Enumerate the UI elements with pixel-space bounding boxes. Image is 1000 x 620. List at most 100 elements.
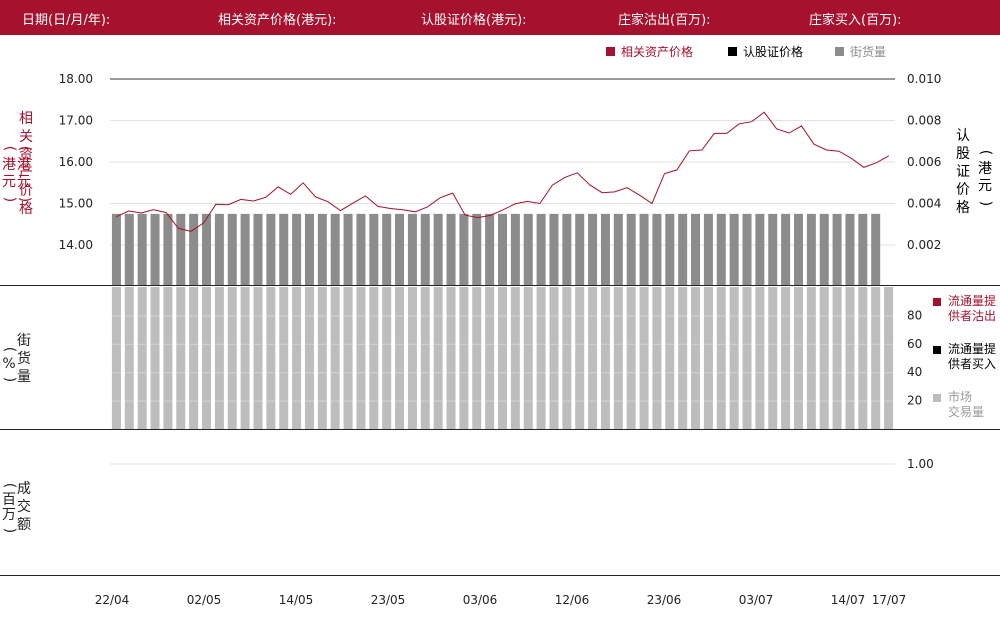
street-holding-bar [588,213,598,285]
street-holding-pct-bar [446,287,456,429]
street-holding-bar [202,213,212,285]
street-holding-bar [176,213,186,285]
street-holding-bar [678,213,688,285]
street-holding-pct-bar [279,287,289,429]
street-holding-pct-bar [485,287,495,429]
street-holding-pct-bar [832,287,842,429]
street-holding-pct-bar [292,287,302,429]
street-holding-pct-bar [536,287,546,429]
street-holding-bar [407,213,417,285]
street-holding-bar [253,213,263,285]
x-axis: 22/04 02/05 14/05 23/05 03/06 12/06 23/06 03/07… [95,593,907,607]
street-holding-bar [613,213,623,285]
street-holding-pct-bar [884,287,894,429]
street-holding-pct-bar [227,287,237,429]
street-holding-pct-bar [498,287,507,429]
street-holding-pct-bar [806,287,816,429]
top-panel: 18.00 17.00 16.00 15.00 14.00 0.010 0.008 0.006… [0,72,1000,286]
street-holding-pct-bar [703,287,713,429]
street-holding-bar [382,213,392,285]
street-holding-pct-bar [716,287,726,429]
street-holding-bar [111,213,121,285]
street-holding-pct-bar [588,287,598,429]
street-holding-bar [420,213,430,285]
street-holding-bar [549,213,559,285]
street-holding-pct-bar [871,287,881,429]
street-holding-bar [536,213,546,285]
street-holding-pct-bar [395,287,405,429]
street-holding-pct-bar [652,287,662,429]
y-mid-tick-label: 40 [907,365,922,379]
street-holding-pct-bar [317,287,327,429]
street-holding-bar [485,213,495,285]
street-holding-pct-bar [858,287,868,429]
street-holding-pct-bar [214,287,224,429]
street-holding-pct-bar [845,287,855,429]
street-holding-pct-bar [202,287,212,429]
street-holding-bar [498,213,507,285]
street-holding-pct-bar [729,287,739,429]
street-holding-bar [575,213,585,285]
street-holding-bar [279,213,289,285]
y-left-tick-label: 14.00 [59,238,93,252]
street-holding-bar [819,213,829,285]
street-holding-pct-bar [176,287,186,429]
street-holding-pct-bar [189,287,199,429]
street-holding-pct-bar [472,287,482,429]
street-holding-bar [317,213,327,285]
x-tick-label: 03/07 [739,593,774,607]
street-holding-pct-bar [343,287,353,429]
street-holding-bar [124,213,134,285]
street-holding-pct-bar [240,287,250,429]
street-holding-pct-bar [137,287,147,429]
street-holding-pct-bar [600,287,610,429]
y-mid-tick-label: 60 [907,337,922,351]
street-holding-bar [150,213,160,285]
street-holding-pct-bar [549,287,559,429]
street-holding-bar [459,213,469,285]
x-tick-label: 03/06 [463,593,498,607]
y-bottom-tick-label: 1.00 [907,457,934,471]
x-tick-label: 23/06 [647,593,682,607]
street-holding-bar [356,213,366,285]
street-holding-pct-bar [742,287,752,429]
street-holding-pct-bar [407,287,417,429]
y-right-tick-label: 0.002 [907,238,941,252]
street-holding-pct-bar [691,287,701,429]
street-holding-pct-bar [510,287,520,429]
street-holding-bar [703,213,713,285]
street-holding-bar [369,213,379,285]
street-holding-pct-bar [575,287,585,429]
street-holding-bar [600,213,610,285]
y-left-tick-label: 17.00 [59,114,93,128]
street-holding-pct-bar [433,287,443,429]
street-holding-pct-bar [523,287,533,429]
street-holding-bar [768,213,778,285]
street-holding-bar [472,213,482,285]
middle-panel: 80 60 40 20 [0,287,1000,430]
street-holding-pct-bar [819,287,829,429]
street-holding-bar [871,213,881,285]
street-holding-bar [330,213,340,285]
street-holding-pct-bar [124,287,134,429]
street-holding-bar [793,213,803,285]
street-holding-bar [806,213,816,285]
street-holding-bar [729,213,739,285]
chart-svg: 18.00 17.00 16.00 15.00 14.00 0.010 0.008 0.006… [0,72,1000,607]
x-tick-label: 17/07 [872,593,907,607]
street-holding-pct-bar [613,287,623,429]
street-holding-pct-bar [382,287,392,429]
y-left-tick-label: 16.00 [59,155,93,169]
street-holding-bar [343,213,353,285]
y-right-tick-label: 0.008 [907,114,941,128]
street-holding-bar [626,213,636,285]
street-holding-bar [240,213,250,285]
street-holding-bar [665,213,675,285]
street-holding-pct-bar [639,287,649,429]
street-holding-pct-bar [755,287,765,429]
street-holding-pct-bar [330,287,340,429]
street-holding-bar [395,213,405,285]
street-holding-pct-bar [369,287,379,429]
street-holding-pct-bar [768,287,778,429]
x-tick-label: 22/04 [95,593,130,607]
